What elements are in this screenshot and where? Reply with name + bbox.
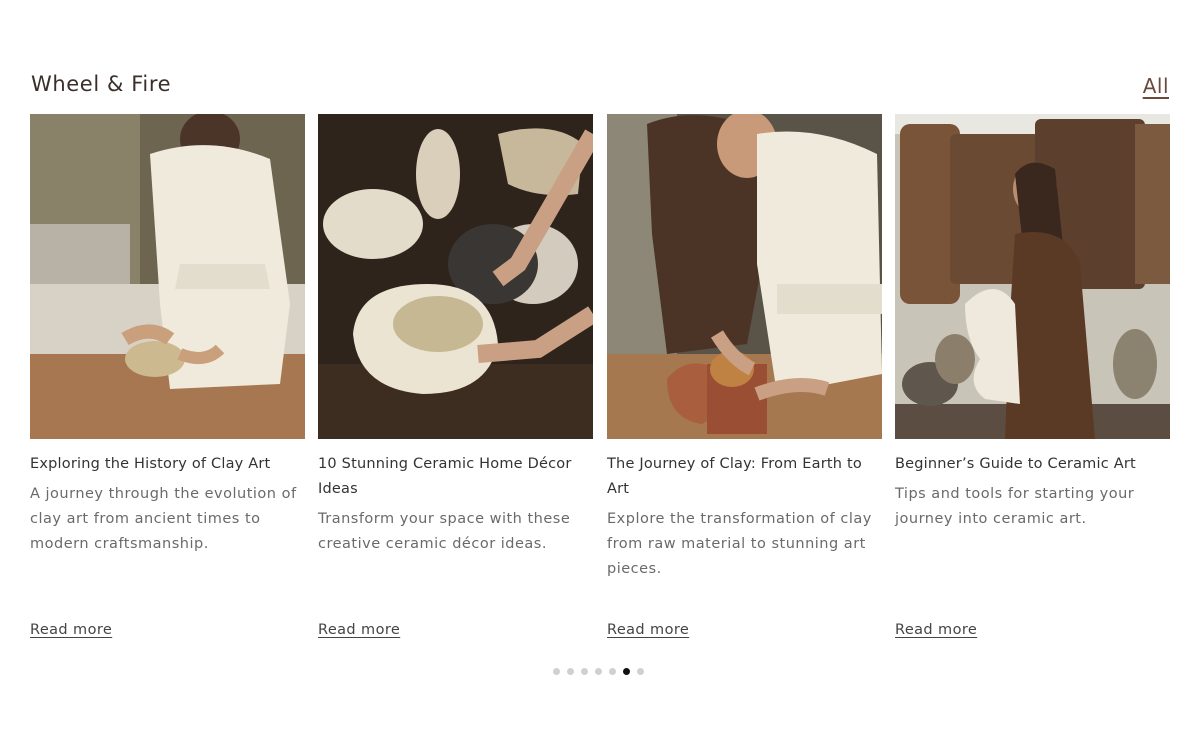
article-card: 10 Stunning Ceramic Home Décor Ideas Tra… — [318, 114, 593, 654]
card-description: Transform your space with these creative… — [318, 511, 571, 552]
card-image[interactable] — [30, 114, 305, 439]
card-carousel: Exploring the History of Clay Art A jour… — [30, 114, 1170, 654]
card-title[interactable]: The Journey of Clay: From Earth to Art — [607, 452, 882, 502]
blog-section: Wheel & Fire All Exploring the History o… — [0, 0, 1200, 750]
section-title: Wheel & Fire — [31, 72, 172, 96]
card-description: A journey through the evolution of clay … — [30, 486, 297, 552]
pagination-dot[interactable] — [581, 668, 588, 675]
card-image[interactable] — [318, 114, 593, 439]
card-title[interactable]: Beginner’s Guide to Ceramic Art — [895, 452, 1170, 477]
article-card: Beginner’s Guide to Ceramic Art Tips and… — [895, 114, 1170, 654]
card-title[interactable]: 10 Stunning Ceramic Home Décor Ideas — [318, 452, 593, 502]
read-more-link[interactable]: Read more — [607, 622, 689, 638]
card-title[interactable]: Exploring the History of Clay Art — [30, 452, 305, 477]
read-more-link[interactable]: Read more — [895, 622, 977, 638]
pagination-dot[interactable] — [623, 668, 630, 675]
read-more-link[interactable]: Read more — [318, 622, 400, 638]
pagination-dot[interactable] — [609, 668, 616, 675]
pagination-dot[interactable] — [637, 668, 644, 675]
pagination-dot[interactable] — [553, 668, 560, 675]
pagination-dot[interactable] — [567, 668, 574, 675]
read-more-link[interactable]: Read more — [30, 622, 112, 638]
card-image[interactable] — [895, 114, 1170, 439]
view-all-link[interactable]: All — [1143, 74, 1169, 98]
pagination-dot[interactable] — [595, 668, 602, 675]
article-card: The Journey of Clay: From Earth to Art E… — [607, 114, 882, 654]
card-description: Explore the transformation of clay from … — [607, 511, 872, 577]
card-image[interactable] — [607, 114, 882, 439]
article-card: Exploring the History of Clay Art A jour… — [30, 114, 305, 654]
carousel-pagination — [553, 668, 644, 676]
card-description: Tips and tools for starting your journey… — [895, 486, 1135, 527]
